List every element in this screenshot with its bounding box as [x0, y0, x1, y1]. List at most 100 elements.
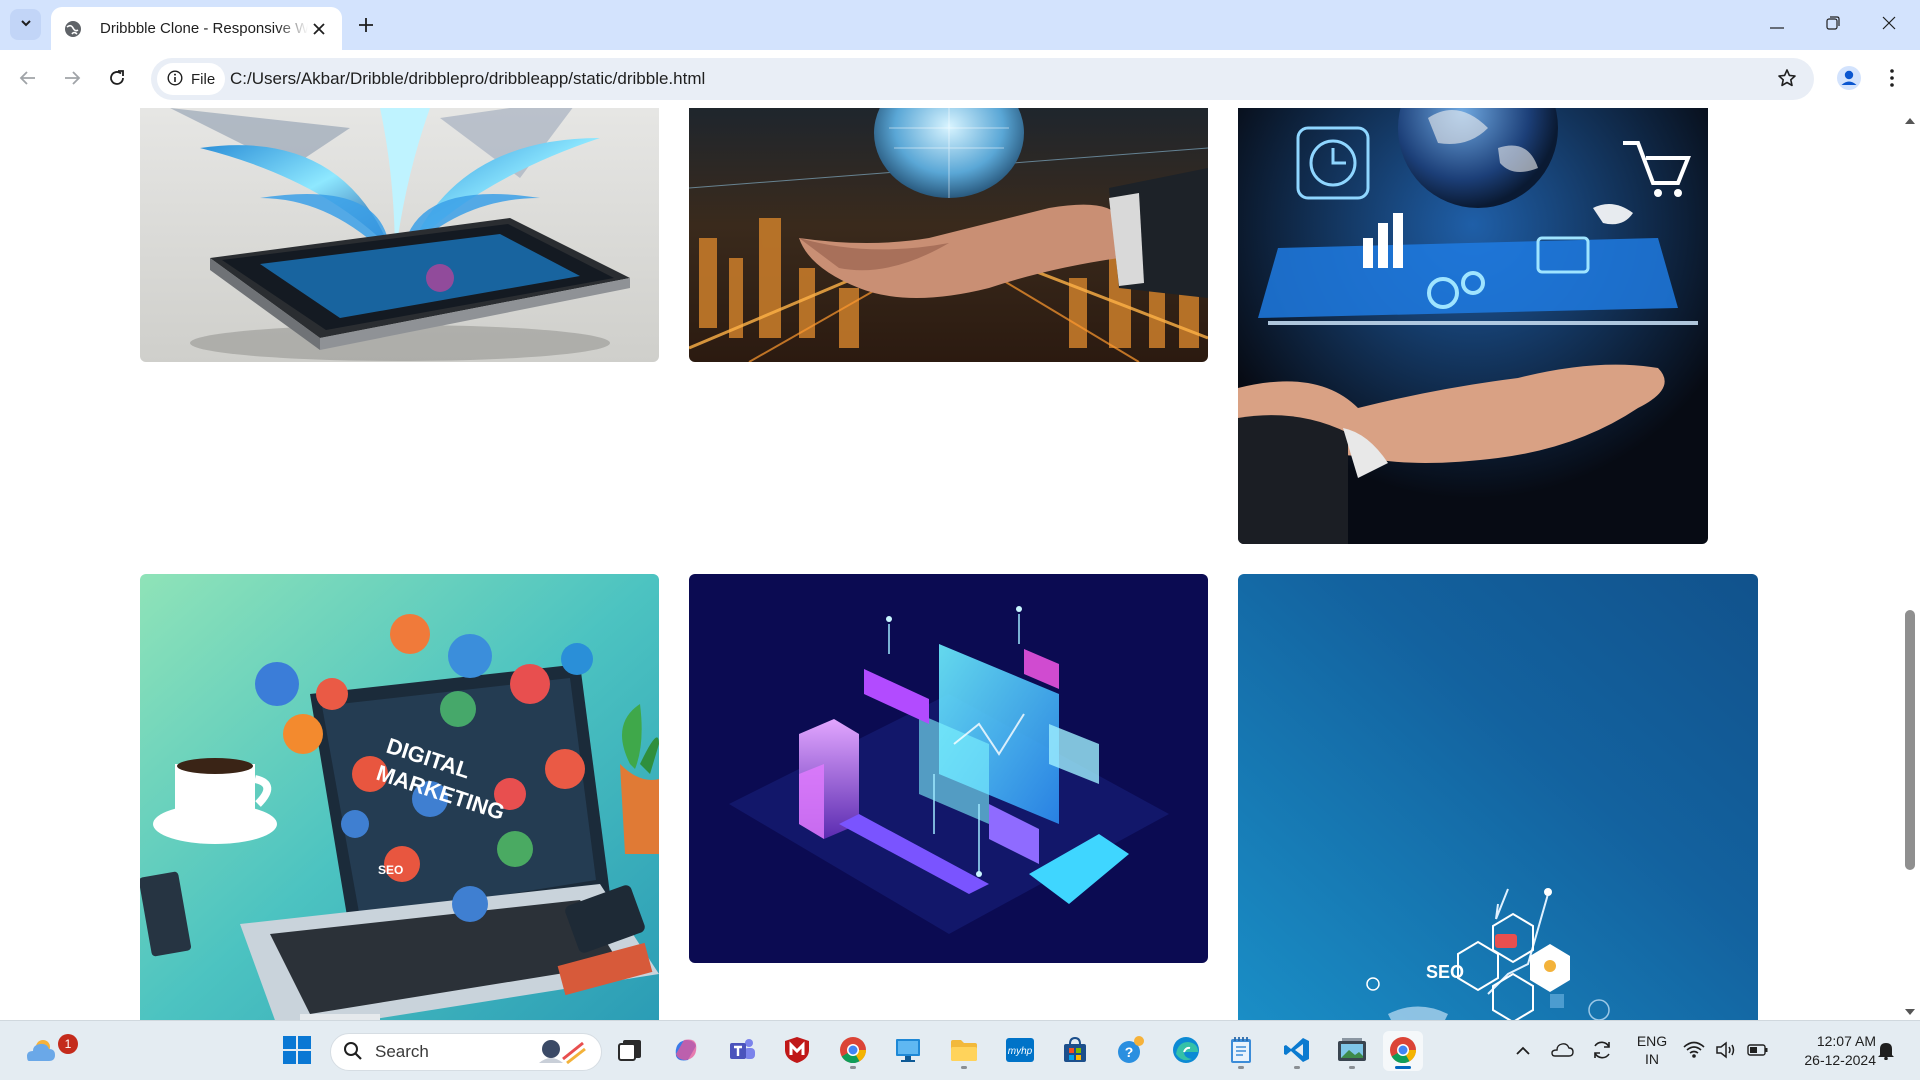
tab-search-icon	[19, 16, 33, 33]
shot-image	[689, 108, 1208, 362]
myhp-icon: myhp	[1005, 1037, 1035, 1066]
shot-image: DIGITAL MARKETING SEO	[140, 574, 659, 1020]
profile-button[interactable]	[1833, 63, 1865, 95]
show-hidden-icons-button[interactable]	[1511, 1037, 1535, 1065]
myhp-button[interactable]: myhp	[1000, 1031, 1040, 1071]
store-bag-icon	[1061, 1036, 1089, 1067]
running-indicator	[1349, 1066, 1355, 1069]
browser-toolbar: File C:/Users/Akbar/Dribble/dribblepro/d…	[0, 50, 1920, 108]
photo-gallery-icon	[1337, 1037, 1367, 1066]
start-button[interactable]	[277, 1031, 317, 1071]
shot-card-business-icons[interactable]	[1238, 108, 1708, 544]
windows-logo-icon	[283, 1035, 311, 1067]
microsoft-store-button[interactable]	[1055, 1031, 1095, 1071]
windows-taskbar: 1 Search myhp ? ENG IN 12:07 AM 26-12-20…	[0, 1020, 1920, 1080]
chrome-icon	[839, 1036, 867, 1067]
speaker-icon	[1715, 1040, 1737, 1062]
sync-icon	[1591, 1039, 1613, 1064]
url-text[interactable]: C:/Users/Akbar/Dribble/dribblepro/dribbl…	[230, 69, 705, 89]
chrome-menu-button[interactable]	[1876, 63, 1908, 95]
chrome-active-button[interactable]	[1383, 1031, 1423, 1071]
chrome-button[interactable]	[833, 1031, 873, 1071]
close-icon[interactable]	[308, 18, 330, 40]
wifi-button[interactable]	[1682, 1037, 1706, 1065]
info-icon	[167, 69, 183, 89]
task-view-button[interactable]	[610, 1031, 650, 1071]
clock-date: 26-12-2024	[1804, 1052, 1876, 1068]
system-clock[interactable]: 12:07 AM 26-12-2024	[1782, 1032, 1876, 1070]
tab-title: Dribbble Clone - Responsive Website	[100, 20, 309, 37]
volume-button[interactable]	[1714, 1037, 1738, 1065]
bookmark-button[interactable]	[1774, 66, 1800, 92]
search-highlight-icon	[533, 1035, 589, 1070]
file-explorer-button[interactable]	[944, 1031, 984, 1071]
battery-icon	[1747, 1043, 1769, 1060]
tab-active[interactable]: Dribbble Clone - Responsive Website	[51, 7, 342, 50]
notepad-button[interactable]	[1221, 1031, 1261, 1071]
forward-button[interactable]	[56, 63, 88, 95]
running-indicator	[850, 1066, 856, 1069]
minimize-icon	[1770, 17, 1784, 32]
back-button[interactable]	[12, 63, 44, 95]
remote-desktop-button[interactable]	[888, 1031, 928, 1071]
weather-widget[interactable]: 1	[20, 1031, 78, 1071]
scroll-down-icon[interactable]	[1904, 1005, 1916, 1015]
address-bar[interactable]: File C:/Users/Akbar/Dribble/dribblepro/d…	[151, 58, 1814, 100]
page-scrollbar[interactable]	[1900, 108, 1920, 1020]
vscode-button[interactable]	[1277, 1031, 1317, 1071]
language-indicator[interactable]: ENG IN	[1634, 1032, 1670, 1068]
back-icon	[19, 69, 37, 90]
site-chip-label: File	[191, 70, 216, 88]
onedrive-button[interactable]	[1548, 1037, 1576, 1065]
language-code: ENG	[1636, 1033, 1668, 1049]
help-icon: ?	[1116, 1035, 1146, 1068]
plus-icon	[358, 17, 374, 36]
shot-card-phone-hologram[interactable]	[140, 108, 659, 362]
globe-icon	[63, 19, 83, 39]
clock-time: 12:07 AM	[1816, 1033, 1876, 1049]
search-icon	[343, 1041, 363, 1064]
get-help-button[interactable]: ?	[1111, 1031, 1151, 1071]
shot-card-digital-marketing[interactable]: DIGITAL MARKETING SEO	[140, 574, 659, 1020]
folder-icon	[949, 1037, 979, 1066]
edge-icon	[1172, 1036, 1200, 1067]
new-tab-button[interactable]	[352, 12, 380, 40]
page-viewport: DIGITAL MARKETING SEO SEO	[0, 108, 1920, 1020]
shot-image	[140, 108, 659, 362]
kebab-menu-icon	[1890, 68, 1894, 90]
shot-image	[689, 574, 1208, 963]
shot-card-globe-city[interactable]	[689, 108, 1208, 362]
seo-badge-text: SEO	[378, 863, 403, 877]
reload-button[interactable]	[101, 63, 133, 95]
restore-button[interactable]	[1810, 7, 1856, 41]
battery-button[interactable]	[1745, 1037, 1771, 1065]
sync-button[interactable]	[1588, 1037, 1616, 1065]
profile-icon	[1837, 65, 1861, 93]
copilot-button[interactable]	[666, 1031, 706, 1071]
minimize-button[interactable]	[1754, 7, 1800, 41]
gallery-app-button[interactable]	[1332, 1031, 1372, 1071]
teams-icon	[728, 1037, 756, 1066]
running-indicator	[961, 1066, 967, 1069]
site-info-chip[interactable]: File	[157, 63, 225, 95]
edge-button[interactable]	[1166, 1031, 1206, 1071]
scroll-up-icon[interactable]	[1904, 114, 1916, 124]
close-window-button[interactable]	[1866, 7, 1912, 41]
close-icon	[1882, 16, 1896, 33]
shot-image: SEO	[1238, 574, 1758, 1020]
shot-image	[1238, 108, 1708, 544]
notification-center-button[interactable]	[1874, 1037, 1898, 1065]
svg-text:myhp: myhp	[1008, 1046, 1033, 1057]
notification-badge: 1	[58, 1034, 78, 1054]
shot-card-neon-dashboard[interactable]	[689, 574, 1208, 963]
running-indicator	[1294, 1066, 1300, 1069]
taskbar-search[interactable]: Search	[330, 1033, 602, 1071]
scroll-thumb[interactable]	[1905, 610, 1915, 870]
active-indicator	[1395, 1066, 1411, 1069]
shot-card-seo-network[interactable]: SEO	[1238, 574, 1758, 1020]
weather-cloud-icon	[23, 1037, 57, 1066]
tab-search-button[interactable]	[10, 9, 41, 40]
mcafee-shield-icon	[784, 1036, 810, 1067]
mcafee-button[interactable]	[777, 1031, 817, 1071]
teams-button[interactable]	[722, 1031, 762, 1071]
